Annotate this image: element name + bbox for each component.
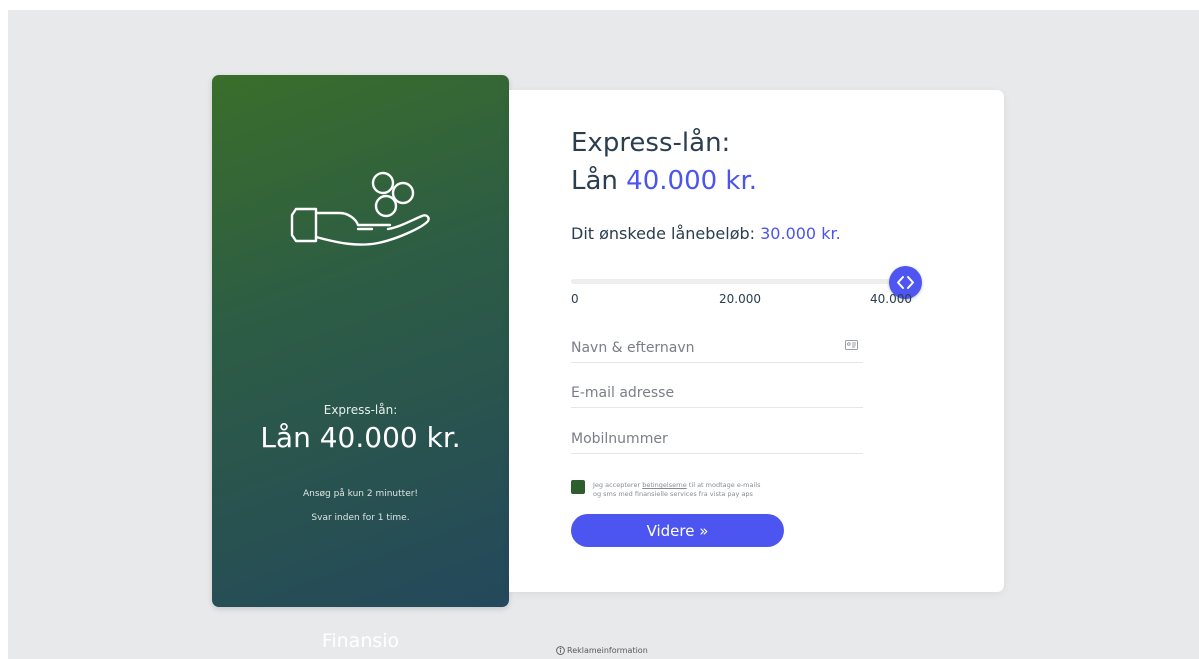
consent-text-after: til at modtage e-mails <box>686 481 761 489</box>
name-input[interactable] <box>571 333 863 363</box>
ad-information-label: Reklameinformation <box>567 646 648 655</box>
hand-with-coins-icon <box>290 171 430 246</box>
slider-max-label: 40.000 <box>870 292 912 306</box>
subheading-amount: 40.000 kr. <box>626 166 758 196</box>
form-heading: Express-lån: <box>571 128 731 158</box>
promo-panel: Express-lån: Lån 40.000 kr. Ansøg på kun… <box>212 75 509 652</box>
continue-button[interactable]: Videre » <box>571 514 784 547</box>
terms-link[interactable]: betingelserne <box>642 481 687 489</box>
brand-logo: Finansio <box>321 630 400 652</box>
consent-text-line-2: og sms med finansielle services fra vist… <box>593 490 753 498</box>
subheading-prefix: Lån <box>571 166 627 196</box>
amount-slider-track[interactable] <box>571 279 905 284</box>
consent-checkbox[interactable] <box>571 480 585 494</box>
info-icon <box>556 646 565 655</box>
consent-text-before: Jeg accepterer <box>593 481 643 489</box>
form-subheading: Lån 40.000 kr. <box>571 166 757 196</box>
email-input[interactable] <box>571 378 863 408</box>
promo-title: Lån 40.000 kr. <box>260 421 461 454</box>
slider-min-label: 0 <box>571 292 579 306</box>
ad-information-link[interactable]: Reklameinformation <box>556 646 648 655</box>
desired-amount-label: Dit ønskede lånebeløb: 30.000 kr. <box>571 224 841 243</box>
promo-tagline-2: Svar inden for 1 time. <box>311 513 410 523</box>
consent-text-line-1: Jeg accepterer betingelserne til at modt… <box>593 481 761 489</box>
desired-amount-text: Dit ønskede lånebeløb: <box>571 224 761 243</box>
phone-input[interactable] <box>571 424 863 454</box>
desired-amount-value: 30.000 kr. <box>760 224 841 243</box>
promo-subtitle: Express-lån: <box>323 403 398 417</box>
contact-card-icon <box>845 340 858 350</box>
slider-mid-label: 20.000 <box>719 292 761 306</box>
promo-tagline-1: Ansøg på kun 2 minutter! <box>302 489 419 499</box>
